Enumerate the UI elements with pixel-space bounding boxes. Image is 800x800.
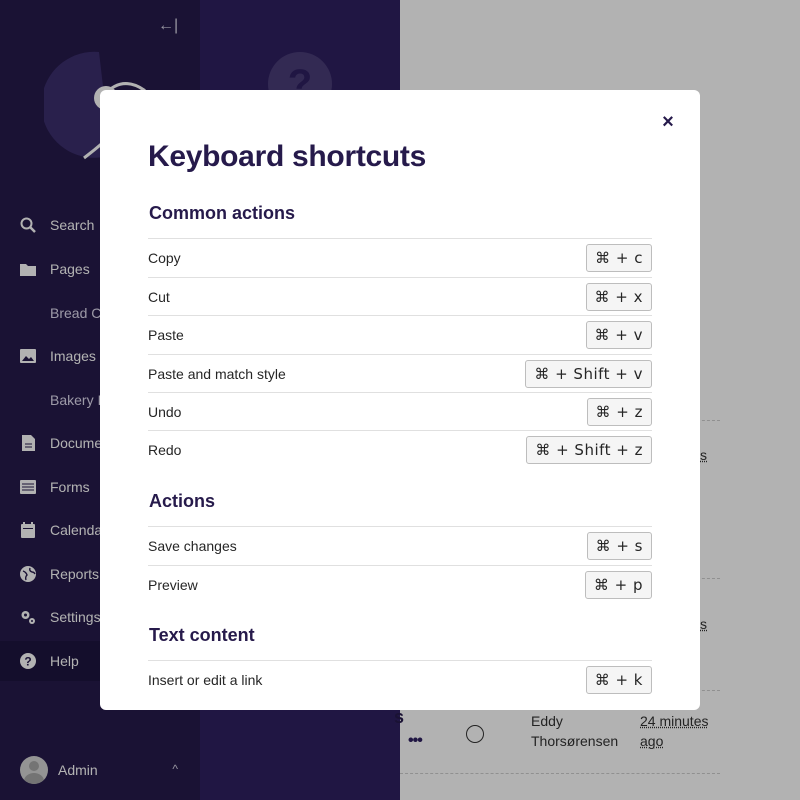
shortcut-label: Undo — [148, 403, 182, 420]
close-icon[interactable]: × — [658, 112, 678, 132]
shortcut-keys: ⌘ + p — [584, 570, 652, 599]
shortcut-keys: ⌘ + Shift + z — [526, 435, 652, 464]
section-title-common-actions: Common actions — [149, 203, 296, 223]
shortcut-label: Insert or edit a link — [148, 671, 263, 688]
shortcut-row: Cut ⌘ + x — [148, 277, 652, 315]
dialog-title: Keyboard shortcuts — [148, 140, 426, 173]
shortcut-keys: ⌘ + v — [585, 320, 652, 349]
shortcut-label: Paste — [148, 326, 184, 343]
section-title-actions: Actions — [149, 491, 216, 511]
shortcut-label: Cut — [148, 288, 170, 305]
shortcut-row: Insert or edit a link ⌘ + k — [148, 660, 652, 698]
shortcut-label: Preview — [148, 576, 198, 593]
keyboard-shortcuts-dialog: × Keyboard shortcuts Common actions Copy… — [100, 90, 700, 710]
shortcut-keys: ⌘ + k — [585, 665, 652, 694]
shortcut-keys: ⌘ + s — [586, 531, 652, 560]
shortcut-row: Preview ⌘ + p — [148, 565, 652, 603]
shortcut-label: Paste and match style — [148, 365, 286, 382]
shortcut-row: Copy ⌘ + c — [148, 238, 652, 276]
section-title-text-content: Text content — [149, 625, 255, 645]
shortcut-row: Save changes ⌘ + s — [148, 526, 652, 564]
shortcut-row: Paste and match style ⌘ + Shift + v — [148, 354, 652, 392]
shortcut-label: Copy — [148, 249, 181, 266]
shortcut-label: Save changes — [148, 537, 237, 554]
shortcut-row: Undo ⌘ + z — [148, 392, 652, 430]
shortcut-keys: ⌘ + c — [586, 243, 652, 272]
shortcut-keys: ⌘ + z — [586, 397, 652, 426]
shortcut-label: Redo — [148, 441, 182, 458]
shortcut-keys: ⌘ + x — [585, 282, 652, 311]
shortcut-row: Redo ⌘ + Shift + z — [148, 430, 652, 468]
shortcut-row: Paste ⌘ + v — [148, 315, 652, 353]
shortcut-keys: ⌘ + Shift + v — [525, 359, 652, 388]
